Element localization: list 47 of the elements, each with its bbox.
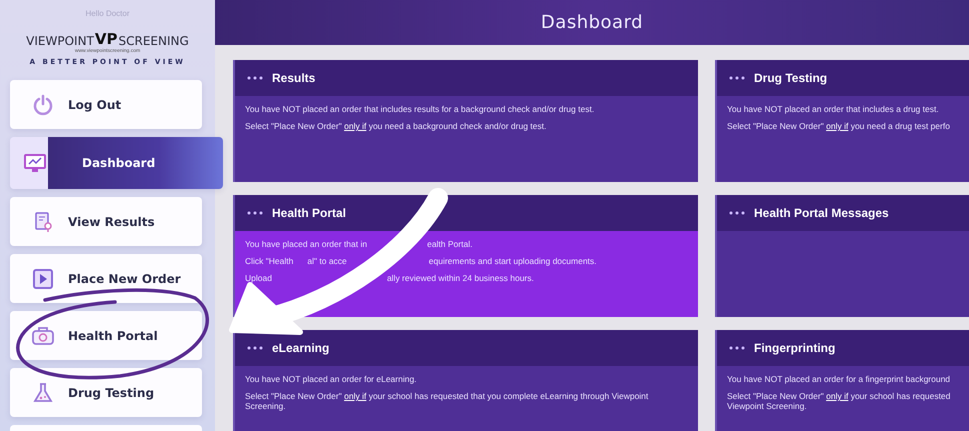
card-text: ally reviewed within 24 business hours.: [386, 273, 534, 283]
card-text: equirements and start uploading documents.: [428, 256, 597, 266]
card-text: Upload: [245, 273, 272, 283]
card-title: Drug Testing: [754, 71, 828, 85]
card-text: Select "Place New Order" only if you need a background check and/or drug test.: [245, 121, 548, 131]
card-text: Select "Place New Order" only if you need a drug test perfo: [727, 121, 951, 131]
card-title: Results: [272, 71, 316, 85]
nav-item[interactable]: Place New Order: [10, 254, 202, 303]
flask-icon: [32, 382, 54, 404]
nav-item[interactable]: Health Portal: [10, 311, 202, 360]
card-title: eLearning: [272, 341, 330, 355]
page-title: Dashboard: [540, 12, 644, 33]
nav-item[interactable]: Dashboard: [10, 137, 223, 189]
logo-text: SCREENING: [118, 34, 189, 48]
card-text: Click "Health: [245, 256, 294, 266]
nav-item[interactable]: View Results: [10, 197, 202, 246]
dots-icon: [247, 346, 263, 350]
card-text: Viewpoint Screening.: [727, 401, 808, 411]
monitor-icon: [23, 152, 47, 174]
link[interactable]: only if: [344, 391, 366, 401]
play-icon: [32, 268, 54, 290]
card-text: You have NOT placed an order for a fingerprint background: [727, 374, 952, 384]
dots-icon: [729, 76, 745, 80]
medical-bag-icon: [31, 324, 55, 346]
card-text: You have NOT placed an order that includes a drug test.: [727, 104, 940, 114]
card-title: Fingerprinting: [754, 341, 836, 355]
card-text: ealth Portal.: [427, 239, 472, 249]
link[interactable]: only if: [826, 391, 848, 401]
nav-item[interactable]: Drug Testing: [10, 368, 202, 417]
logo-text: VIEWPOINT: [26, 34, 94, 48]
dots-icon: [729, 211, 745, 215]
card-text: You have placed an order that in: [245, 239, 368, 249]
dots-icon: [247, 211, 263, 215]
card-text: You have NOT placed an order for eLearning.: [245, 374, 418, 384]
logo-mark: VP: [94, 30, 118, 48]
link[interactable]: only if: [826, 121, 848, 131]
card-title: Health Portal Messages: [754, 206, 889, 220]
card-text: al" to acce: [307, 256, 347, 266]
link[interactable]: only if: [344, 121, 366, 131]
power-icon: [32, 94, 54, 116]
card-text: You have NOT placed an order that includes results for a background check and/or drug test.: [245, 104, 596, 114]
card-title: Health Portal: [272, 206, 346, 220]
dots-icon: [247, 76, 263, 80]
dots-icon: [729, 346, 745, 350]
card-text: Select "Place New Order" only if your school has requested that you complete eLearning through Viewpoint Screening.: [245, 391, 650, 411]
card-text: Select "Place New Order" only if your school has requested: [727, 391, 952, 401]
nav-item[interactable]: Log Out: [10, 80, 202, 129]
